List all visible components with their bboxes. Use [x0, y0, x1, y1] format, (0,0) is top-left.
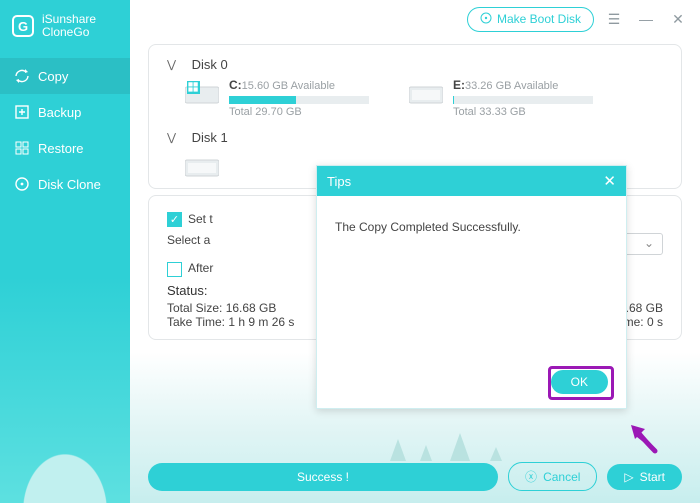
titlebar: Make Boot Disk ☰ — ✕ [130, 0, 700, 38]
disk-1-header[interactable]: ⋁ Disk 1 [167, 128, 663, 151]
settings-icon[interactable]: ☰ [602, 7, 626, 31]
chevron-down-icon: ⋁ [167, 131, 176, 144]
cancel-button[interactable]: ⓧCancel [508, 462, 597, 491]
ok-button[interactable]: OK [551, 370, 608, 394]
partition-e[interactable]: E:33.26 GB Available Total 33.33 GB [409, 78, 593, 118]
after-checkbox[interactable] [167, 262, 182, 277]
drive-icon [409, 81, 443, 105]
start-button[interactable]: ▷Start [607, 464, 682, 490]
windows-drive-icon [185, 81, 219, 105]
dialog-close-icon[interactable]: ✕ [603, 172, 616, 190]
drive-icon [185, 154, 219, 178]
play-icon: ▷ [624, 470, 633, 484]
sidebar-decoration [0, 423, 130, 503]
nav-label: Disk Clone [38, 177, 101, 192]
nav-label: Restore [38, 141, 84, 156]
app-window: G iSunshare CloneGo Copy Backup Restore … [0, 0, 700, 503]
disk-clone-icon [14, 176, 30, 192]
minimize-icon[interactable]: — [634, 7, 658, 31]
nav-label: Copy [38, 69, 68, 84]
make-boot-disk-button[interactable]: Make Boot Disk [467, 7, 594, 32]
partition-disk1[interactable] [185, 151, 219, 178]
refresh-icon [14, 68, 30, 84]
total-size: Total Size: 16.68 GB [167, 301, 276, 315]
partition-c[interactable]: C:15.60 GB Available Total 29.70 GB [185, 78, 369, 118]
boot-disk-icon [480, 12, 492, 27]
app-logo: G iSunshare CloneGo [0, 0, 130, 52]
nav-label: Backup [38, 105, 81, 120]
restore-icon [14, 140, 30, 156]
disk-0-header[interactable]: ⋁ Disk 0 [167, 55, 663, 78]
backup-icon [14, 104, 30, 120]
nav: Copy Backup Restore Disk Clone [0, 58, 130, 202]
make-boot-label: Make Boot Disk [497, 12, 581, 26]
nav-restore[interactable]: Restore [0, 130, 130, 166]
footer: Success ! ⓧCancel ▷Start [130, 462, 700, 491]
chevron-down-icon: ⋁ [167, 58, 176, 71]
tips-dialog: Tips ✕ The Copy Completed Successfully. … [316, 165, 627, 409]
dialog-titlebar: Tips ✕ [317, 166, 626, 196]
take-time: Take Time: 1 h 9 m 26 s [167, 315, 294, 329]
dialog-title: Tips [327, 174, 351, 189]
nav-disk-clone[interactable]: Disk Clone [0, 166, 130, 202]
set-target-checkbox[interactable]: ✓ [167, 212, 182, 227]
progress-bar: Success ! [148, 463, 498, 491]
logo-icon: G [12, 15, 34, 37]
nav-backup[interactable]: Backup [0, 94, 130, 130]
annotation-arrow-icon [623, 419, 663, 459]
logo-text: iSunshare CloneGo [42, 13, 96, 39]
dialog-message: The Copy Completed Successfully. [317, 196, 626, 258]
decoration-trees [370, 425, 540, 461]
cancel-icon: ⓧ [525, 468, 537, 485]
close-icon[interactable]: ✕ [666, 7, 690, 31]
sidebar: G iSunshare CloneGo Copy Backup Restore … [0, 0, 130, 503]
main-area: Make Boot Disk ☰ — ✕ ⋁ Disk 0 C:15.60 GB… [130, 0, 700, 503]
nav-copy[interactable]: Copy [0, 58, 130, 94]
